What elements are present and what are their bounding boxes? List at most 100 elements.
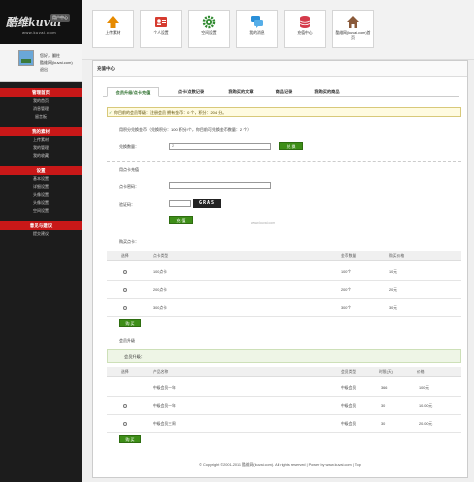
price-cell: 100元 [419, 386, 430, 390]
days-cell: 30 [381, 422, 386, 426]
database-icon [298, 15, 312, 29]
sidebar-item-basic-settings[interactable]: 基本设置 [0, 175, 82, 183]
tab-member-upgrade[interactable]: 会员升级/点卡充值 [107, 87, 159, 97]
row-radio[interactable] [123, 288, 127, 292]
tab-bar: 会员升级/点卡充值 点卡/点数记录 我购买的文章 商品记录 我购买的商品 [103, 85, 459, 97]
avatar[interactable] [18, 50, 34, 66]
tile-label: 充值中心 [297, 31, 313, 35]
row-radio[interactable] [123, 306, 127, 310]
exchange-button[interactable]: 兑 换 [279, 142, 303, 150]
buy-card-title: 购买点卡： [119, 239, 139, 244]
chat-bubble-icon [250, 15, 264, 29]
coins-cell: 200个 [341, 288, 352, 292]
buy-upgrade-button[interactable]: 购 买 [119, 435, 141, 443]
sidebar-item-my-home[interactable]: 我的首页 [0, 97, 82, 105]
tile-site-home[interactable]: 酷维网(kuvai.com)首页 [332, 10, 374, 48]
col-days: 时限(天) [379, 370, 393, 374]
tab-purchased-products[interactable]: 我购买的商品 [307, 87, 347, 97]
row-radio[interactable] [123, 422, 127, 426]
nav-group-feedback[interactable]: 意见与建议 [0, 221, 82, 230]
sidebar-item-manage[interactable]: 我的管理 [0, 144, 82, 152]
footer: © Copyright ©2001-2011 酷维网(kuvai.com). A… [199, 463, 361, 467]
user-greeting: 您好，翻柱 [40, 53, 60, 58]
tab-product-records[interactable]: 商品记录 [269, 87, 299, 97]
price-cell: 20元 [389, 288, 398, 292]
sidebar-item-upload[interactable]: 上传素材 [0, 136, 82, 144]
table-row[interactable]: 200点卡 200个 20元 [107, 281, 461, 299]
col-select: 选择 [121, 370, 129, 374]
col-member-type: 会员类型 [341, 370, 357, 374]
price-cell: 30元 [389, 306, 398, 310]
logo-area: 酷维kuvai 用户中心 www.kuvai.com [0, 0, 82, 44]
nav-group-materials[interactable]: 我的素材 [0, 127, 82, 136]
col-card-type: 点卡类型 [153, 254, 169, 258]
logout-link[interactable]: 退出 [40, 67, 48, 73]
card-type-cell: 100点卡 [153, 270, 167, 274]
col-price: 购买价格 [389, 254, 405, 258]
tile-space-settings[interactable]: 空间设置 [188, 10, 230, 48]
recharge-button[interactable]: 充 值 [169, 216, 193, 224]
id-card-icon [154, 15, 168, 29]
member-type-cell: 中级会员 [341, 386, 357, 390]
tab-purchased-articles[interactable]: 我购买的文章 [221, 87, 261, 97]
buy-card-button[interactable]: 购 买 [119, 319, 141, 327]
product-name-cell: 中级会员三周 [153, 422, 176, 426]
buy-card-table-header: 选择 点卡类型 金币数量 购买价格 [107, 251, 461, 261]
exchange-quantity-input[interactable]: 2 [169, 143, 271, 150]
sidebar-item-detail-settings[interactable]: 详细设置 [0, 183, 82, 191]
sidebar-item-space-settings[interactable]: 空间设置 [0, 207, 82, 215]
tab-card-records[interactable]: 点卡/点数记录 [171, 87, 211, 97]
tile-recharge-center[interactable]: 充值中心 [284, 10, 326, 48]
upload-arrow-icon [106, 15, 120, 29]
col-coins: 金币数量 [341, 254, 357, 258]
member-upgrade-bar: 会员升级： [107, 349, 461, 363]
row-radio[interactable] [123, 404, 127, 408]
exchange-title: 用积分兑换金币（兑换积分：100 积分/个，你目前可兑换金币数量：2 个） [119, 127, 252, 132]
main-panel: 充值中心 会员升级/点卡充值 点卡/点数记录 我购买的文章 商品记录 我购买的商… [92, 60, 468, 478]
table-row[interactable]: 300点卡 300个 30元 [107, 299, 461, 317]
col-price: 价格 [417, 370, 425, 374]
member-type-cell: 中级会员 [341, 422, 357, 426]
user-name[interactable]: 酷维网(kuvai.com) [40, 60, 73, 66]
price-cell: 10元 [389, 270, 398, 274]
captcha-input[interactable] [169, 200, 191, 207]
table-row[interactable]: 中级会员一年 中级会员 30 10.00元 [107, 397, 461, 415]
table-row[interactable]: 中级会员三周 中级会员 30 20.00元 [107, 415, 461, 433]
tile-label: 酷维网(kuvai.com)首页 [335, 31, 371, 40]
watermark: www.kuvai.com [251, 221, 276, 225]
page-title: 充值中心 [93, 61, 467, 77]
sidebar-item-submit-feedback[interactable]: 提交建议 [0, 230, 82, 238]
gear-icon [202, 15, 216, 29]
site-logo-url: www.kuvai.com [22, 30, 57, 35]
sidebar-item-avatar-settings-2[interactable]: 头像设置 [0, 199, 82, 207]
product-name-cell: 中级会员一年 [153, 404, 176, 408]
exchange-quantity-label: 兑换数量： [119, 144, 139, 149]
top-shortcut-bar: 上传素材 个人设置 空间设置 我的消息 充值中心 酷维网(kuvai.com)首… [82, 0, 474, 60]
table-row[interactable]: 中级会员一年 中级会员 366 100元 [107, 379, 461, 397]
price-cell: 20.00元 [419, 422, 433, 426]
tile-my-messages[interactable]: 我的消息 [236, 10, 278, 48]
nav-group-home[interactable]: 管理首页 [0, 88, 82, 97]
sidebar-item-avatar-settings[interactable]: 头像设置 [0, 191, 82, 199]
sidebar: 酷维kuvai 用户中心 www.kuvai.com 您好，翻柱 酷维网(kuv… [0, 0, 82, 482]
tile-personal-settings[interactable]: 个人设置 [140, 10, 182, 48]
card-type-cell: 200点卡 [153, 288, 167, 292]
tile-label: 我的消息 [249, 31, 265, 35]
row-radio[interactable] [123, 270, 127, 274]
membership-notice: 你目前的会员等级：注册会员 拥有金币：0 个，积分：204 分。 [107, 107, 461, 118]
captcha-image[interactable]: GRAS [193, 199, 221, 208]
user-center-badge: 用户中心 [50, 14, 70, 22]
card-password-input[interactable] [169, 182, 271, 189]
table-row[interactable]: 100点卡 100个 10元 [107, 263, 461, 281]
sidebar-item-messages[interactable]: 消息管理 [0, 105, 82, 113]
captcha-label: 验证码： [119, 202, 135, 207]
card-recharge-title: 用点卡充值 [119, 167, 139, 172]
nav-group-settings[interactable]: 设置 [0, 166, 82, 175]
tile-upload[interactable]: 上传素材 [92, 10, 134, 48]
tile-label: 个人设置 [153, 31, 169, 35]
sidebar-item-favorites[interactable]: 我的收藏 [0, 152, 82, 160]
sidebar-item-guestbook[interactable]: 留言板 [0, 113, 82, 121]
col-product-name: 产品名称 [153, 370, 169, 374]
coins-cell: 100个 [341, 270, 352, 274]
home-icon [346, 15, 360, 29]
